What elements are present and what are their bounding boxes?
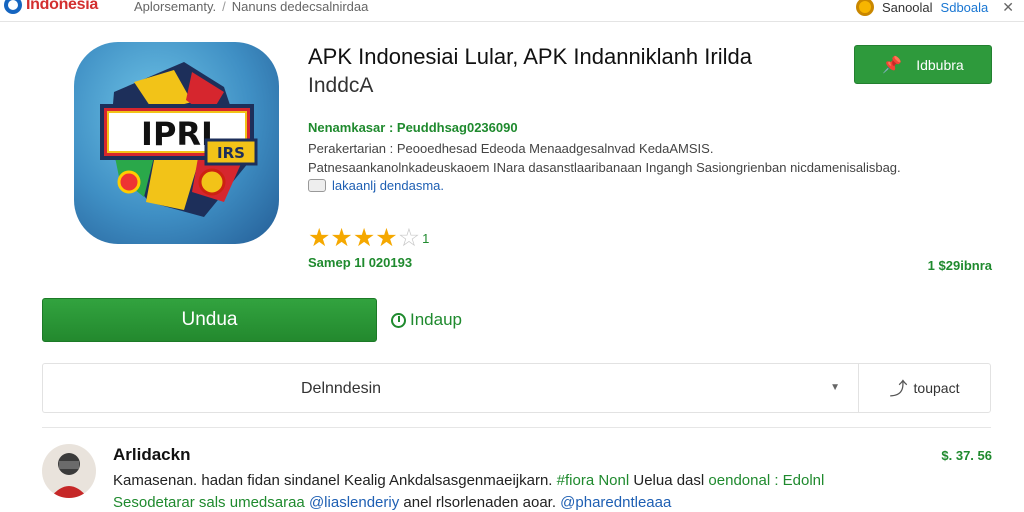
top-bar: Indonesia Aplorsemanty. / Nanuns dedecsa… xyxy=(0,0,1024,22)
meta-category: Perakertarian : Peooedhesad Edeoda Menaa… xyxy=(308,141,714,156)
install-link-label: Indaup xyxy=(410,310,462,329)
review-text-part: anel rlsorlenaden aoar. xyxy=(403,494,556,511)
app-icon-badge: IRS xyxy=(217,144,245,162)
app-price: 1 $29ibnra xyxy=(927,258,992,273)
app-icon: IPRI IRS xyxy=(74,42,279,244)
screen-icon xyxy=(308,179,326,192)
rating-stars: ★ ★ ★ ★ ☆ 1 xyxy=(308,226,429,251)
share-label: toupact xyxy=(913,380,960,396)
review-price: $. 37. 56 xyxy=(941,448,992,463)
star-icon: ☆ xyxy=(397,224,421,252)
pin-icon: 📌 xyxy=(882,56,903,74)
logo-text: Indonesia xyxy=(26,0,98,13)
app-icon-text: IPRI xyxy=(141,115,213,153)
user-icon[interactable] xyxy=(855,0,874,16)
install-link[interactable]: Indaup xyxy=(391,310,462,330)
user-name[interactable]: Sanoolal xyxy=(882,0,933,15)
review-highlight[interactable]: oendonal : Edolnl xyxy=(708,472,824,489)
meta-link[interactable]: lakaanlj dendasma. xyxy=(308,178,444,193)
install-top-label: Idbubra xyxy=(916,56,964,73)
version-select-value: Delnndesin xyxy=(301,380,382,397)
close-icon[interactable]: ✕ xyxy=(1002,0,1014,16)
download-button[interactable]: Undua xyxy=(42,298,377,342)
share-icon: ⤴ xyxy=(889,379,908,399)
meta-link-text[interactable]: lakaanlj dendasma. xyxy=(332,178,444,193)
clock-icon xyxy=(391,312,406,328)
logo-icon xyxy=(4,0,22,14)
breadcrumb-item[interactable]: Aplorsemanty. xyxy=(134,0,216,14)
release-date: Samep 1I 020193 xyxy=(308,255,413,270)
star-icon: ★ xyxy=(352,224,376,252)
star-icon: ★ xyxy=(375,224,398,252)
divider xyxy=(42,427,991,428)
install-top-button[interactable]: 📌 Idbubra xyxy=(854,45,992,84)
breadcrumb: Aplorsemanty. / Nanuns dedecsalnirdaa xyxy=(134,0,368,14)
avatar[interactable] xyxy=(42,444,96,498)
site-logo[interactable]: Indonesia xyxy=(4,0,98,14)
star-icon: ★ xyxy=(308,224,331,252)
meta-description: Patnesaankanolnkadeuskaoem INara dasanst… xyxy=(308,160,901,175)
breadcrumb-item[interactable]: Nanuns dedecsalnirdaa xyxy=(232,0,369,14)
review-text-continued: Sesodetarar sals umedsaraa @liaslenderiy… xyxy=(113,494,671,511)
meta-version-label: Nenamkasar : xyxy=(308,120,394,135)
star-icon: ★ xyxy=(330,224,353,252)
review-mention[interactable]: @pharedntleaaa xyxy=(560,494,671,511)
share-button[interactable]: ⤴ toupact xyxy=(858,363,991,413)
meta-version: Nenamkasar : Peuddhsag0236090 xyxy=(308,120,518,135)
version-select[interactable]: Delnndesin ▼ xyxy=(42,363,858,413)
breadcrumb-separator: / xyxy=(222,0,226,14)
review-text-part: Sesodetarar sals umedsaraa xyxy=(113,494,305,511)
app-subtitle: InddcA xyxy=(308,74,374,97)
review-mention[interactable]: @liaslenderiy xyxy=(309,494,399,511)
app-title: APK Indonesiai Lular, APK Indanniklanh I… xyxy=(308,44,752,69)
review-hashtag[interactable]: #fiora Nonl xyxy=(557,472,630,489)
review-text-part: Kamasenan. hadan fidan sindanel Kealig A… xyxy=(113,472,553,489)
top-link[interactable]: Sdboala xyxy=(941,0,989,15)
reviewer-name: Arlidackn xyxy=(113,445,191,464)
top-right-menu: Sanoolal Sdboala ✕ xyxy=(855,0,1014,16)
review-text: Kamasenan. hadan fidan sindanel Kealig A… xyxy=(113,472,824,489)
rating-count: 1 xyxy=(422,231,430,246)
meta-version-value: Peuddhsag0236090 xyxy=(396,120,518,135)
chevron-down-icon: ▼ xyxy=(830,382,840,393)
review-text-part: Uelua dasl xyxy=(633,472,705,489)
